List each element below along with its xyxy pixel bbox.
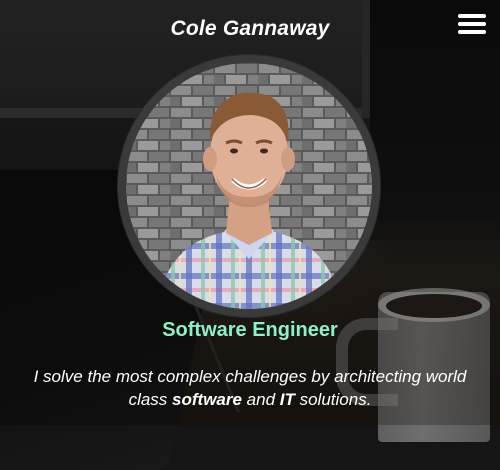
tagline: I solve the most complex challenges by a…	[20, 365, 480, 411]
menu-bar-bottom	[458, 30, 486, 34]
avatar	[126, 63, 372, 309]
tagline-highlight-it: IT	[279, 390, 295, 409]
tagline-middle: and	[241, 390, 280, 409]
tagline-highlight-software: software	[172, 390, 242, 409]
site-owner-name: Cole Gannaway	[170, 17, 330, 40]
tagline-line1: I solve the most complex challenges by a…	[33, 367, 467, 386]
tagline-line2-prefix: class	[128, 390, 173, 409]
avatar-photo	[126, 63, 372, 309]
menu-bar-top	[458, 14, 486, 18]
job-title: Software Engineer	[162, 319, 338, 341]
menu-bar-middle	[458, 22, 486, 26]
tagline-suffix: solutions.	[294, 390, 372, 409]
hamburger-menu-icon[interactable]	[456, 11, 488, 37]
avatar-ring	[118, 55, 380, 317]
